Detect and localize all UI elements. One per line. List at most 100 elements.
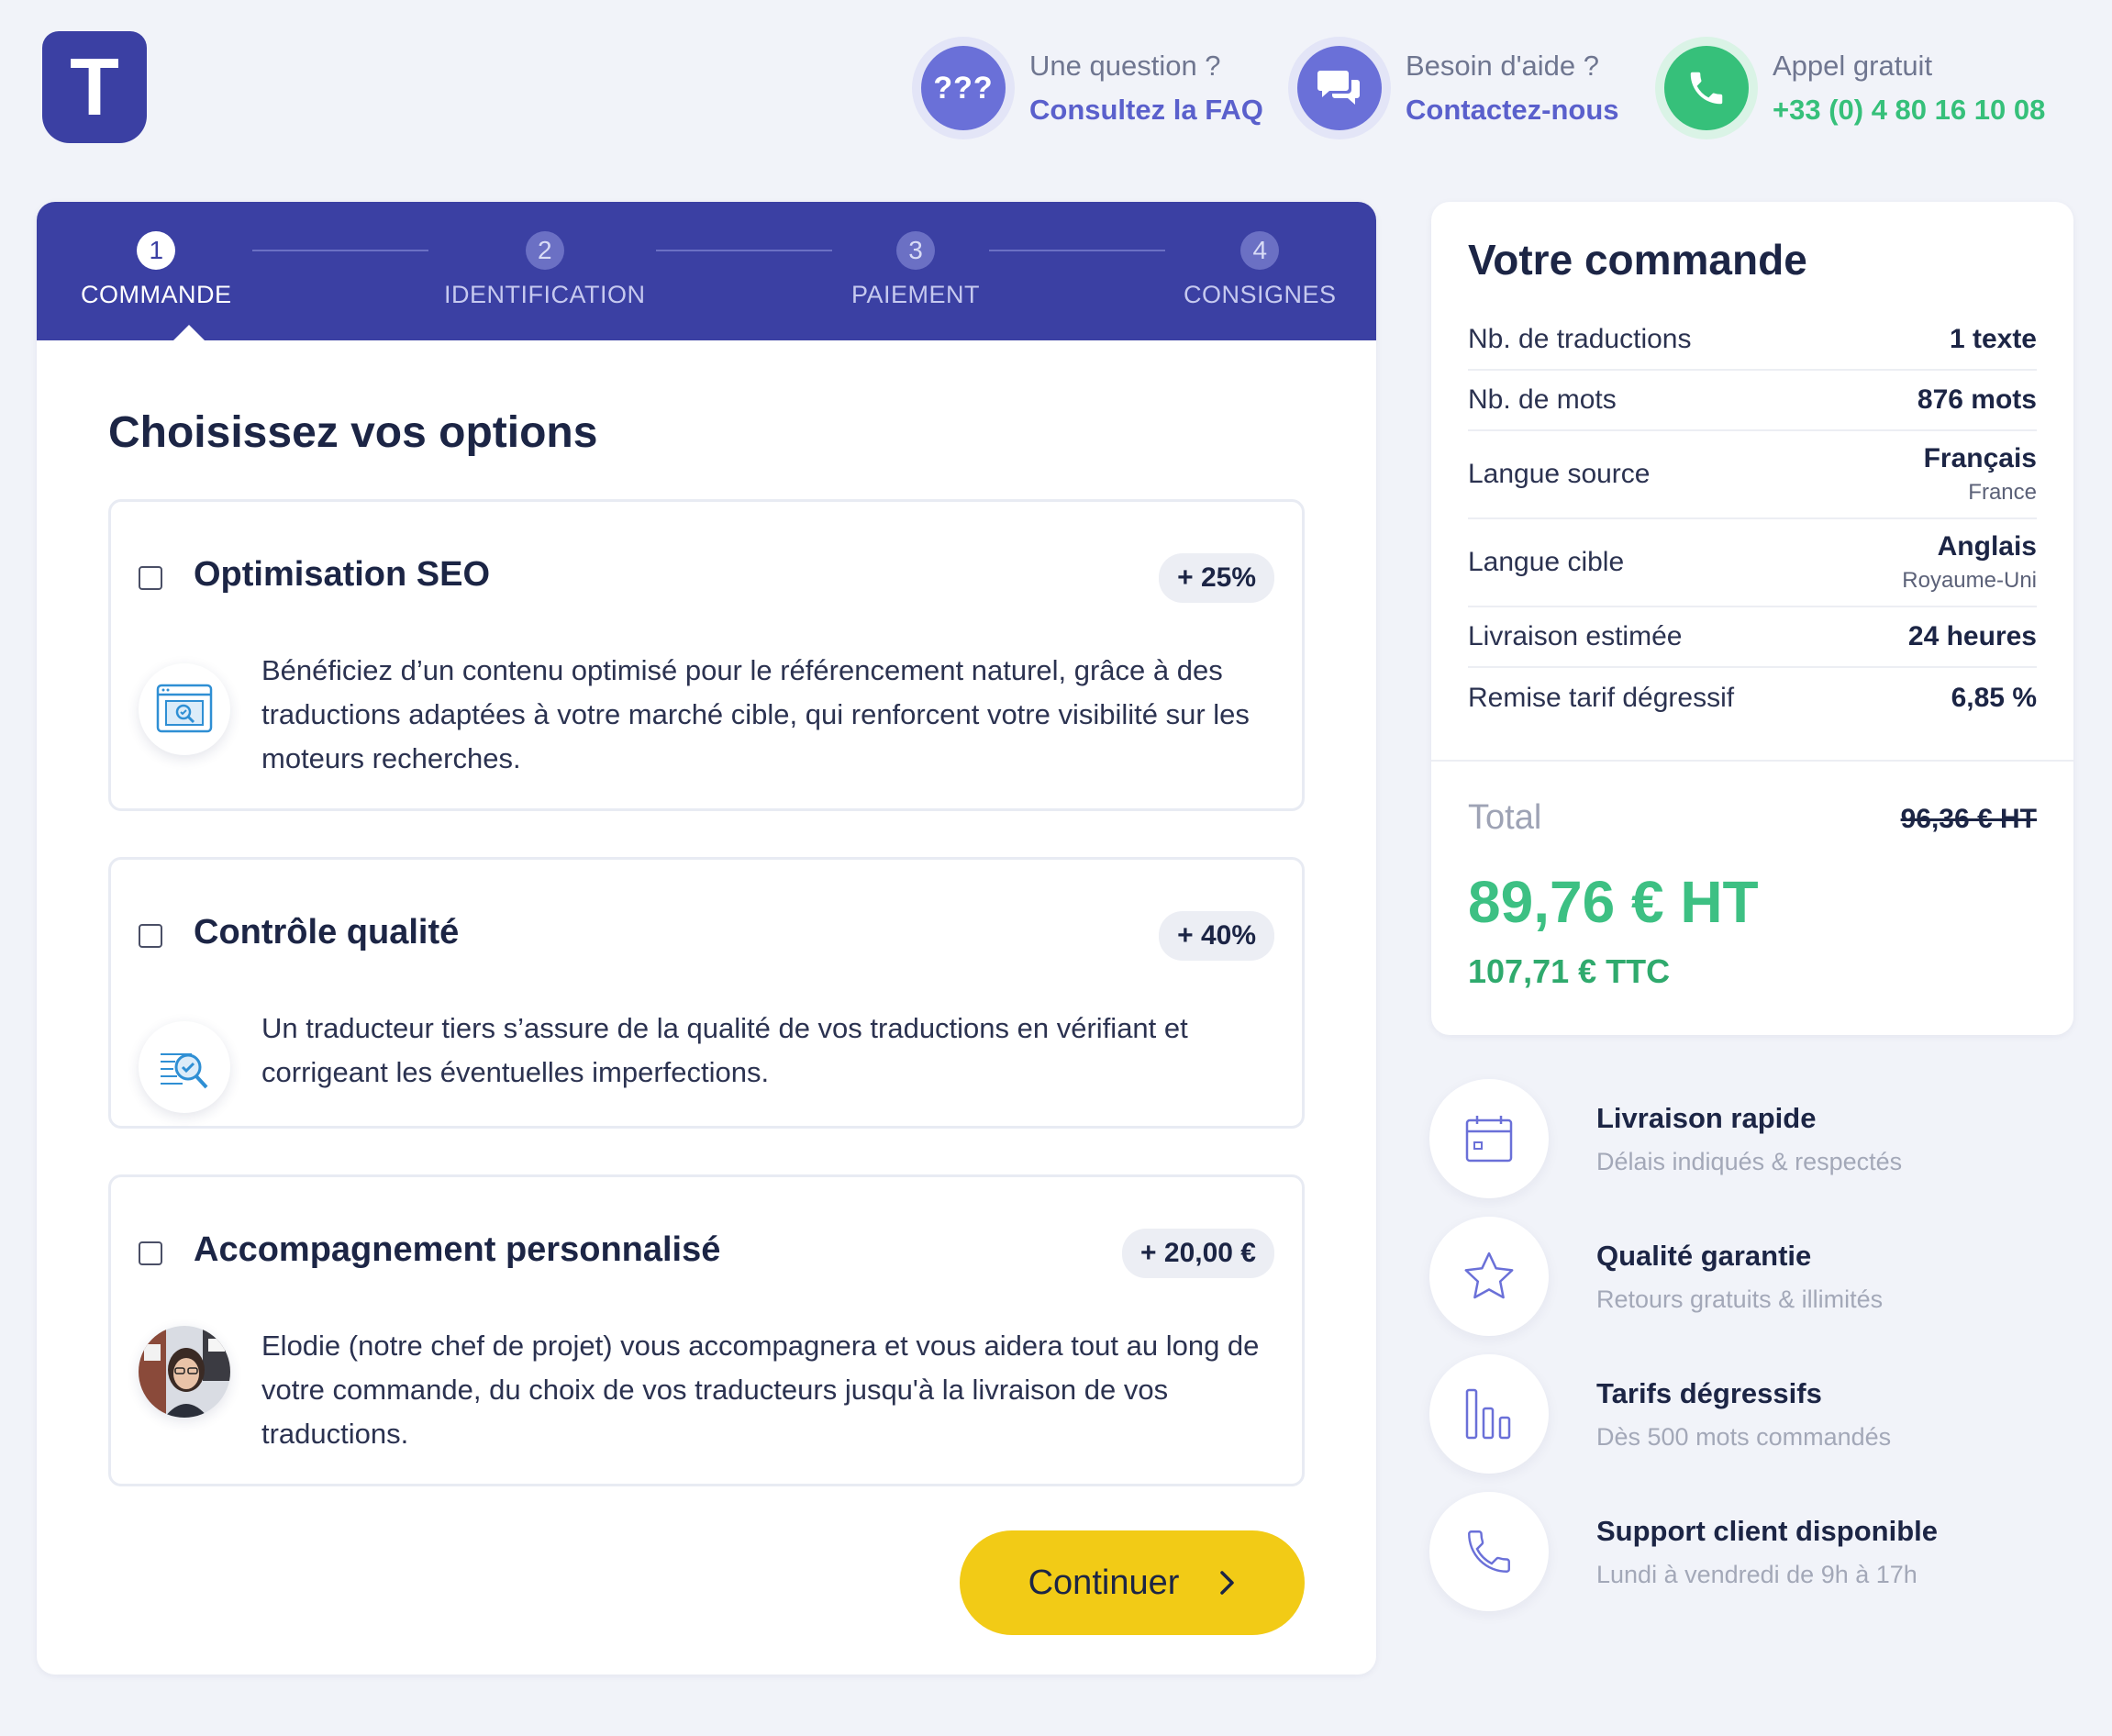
feature-subtitle: Retours gratuits & illimités (1596, 1285, 1884, 1313)
order-row: Nb. de mots 876 mots (1468, 371, 2037, 431)
step-identification[interactable]: 2 IDENTIFICATION (444, 231, 646, 309)
price-ttc: 107,71 € TTC (1468, 952, 1671, 990)
feature-title: Livraison rapide (1596, 1101, 1817, 1134)
question-marks-icon: ??? (921, 46, 1006, 130)
order-row-value: Anglais (1937, 531, 2037, 562)
accompaniment-checkbox[interactable] (139, 1241, 162, 1265)
order-row-value: 6,85 % (1951, 683, 2037, 713)
feature-pricing: Tarifs dégressifs Dès 500 mots commandés (1429, 1354, 1891, 1474)
faq-block[interactable]: ??? Une question ? Consultez la FAQ (912, 37, 1263, 139)
option-description: Un traducteur tiers s’assure de la quali… (261, 1012, 1188, 1088)
chevron-right-icon (1219, 1570, 1236, 1596)
faq-icon-circle: ??? (912, 37, 1015, 139)
phone-number-link[interactable]: +33 (0) 4 80 16 10 08 (1773, 94, 2045, 127)
step-number: 1 (137, 231, 176, 270)
step-label: COMMANDE (81, 281, 232, 308)
bar-chart-icon (1429, 1354, 1549, 1474)
contact-icon-circle (1288, 37, 1391, 139)
feature-subtitle: Dès 500 mots commandés (1596, 1422, 1892, 1451)
order-row-subvalue: Royaume-Uni (1902, 568, 2037, 593)
contact-question-text: Besoin d'aide ? (1406, 50, 1600, 82)
stepper-connector (252, 250, 428, 251)
step-label: IDENTIFICATION (444, 281, 646, 308)
checkout-stepper: 1 COMMANDE 2 IDENTIFICATION 3 PAIEMENT 4… (37, 202, 1376, 341)
option-quality: Contrôle qualité + 40% Un traducteur tie… (108, 857, 1305, 1129)
order-row-label: Remise tarif dégressif (1468, 683, 1735, 713)
option-title: Optimisation SEO (194, 555, 491, 594)
step-label: CONSIGNES (1184, 281, 1337, 308)
order-row: Langue cible Anglais Royaume-Uni (1468, 519, 2037, 607)
price-badge: + 40% (1159, 911, 1274, 961)
step-number: 4 (1240, 231, 1280, 270)
contact-link[interactable]: Contactez-nous (1406, 94, 1619, 127)
divider (1431, 760, 2073, 762)
star-icon (1429, 1217, 1549, 1336)
calendar-icon (1429, 1079, 1549, 1198)
order-row: Livraison estimée 24 heures (1468, 607, 2037, 668)
continue-button[interactable]: Continuer (960, 1530, 1305, 1635)
total-label: Total (1468, 798, 1542, 837)
order-row-label: Langue source (1468, 459, 1651, 489)
step-commande[interactable]: 1 COMMANDE (81, 231, 232, 309)
feature-subtitle: Lundi à vendredi de 9h à 17h (1596, 1560, 1917, 1588)
order-summary-card: Votre commande Nb. de traductions 1 text… (1431, 202, 2073, 1035)
order-row-label: Nb. de mots (1468, 384, 1617, 415)
stepper-connector (989, 250, 1165, 251)
quality-checkbox[interactable] (139, 924, 162, 948)
phone-icon-circle (1655, 37, 1758, 139)
seo-checkbox[interactable] (139, 566, 162, 590)
order-details: Nb. de traductions 1 texte Nb. de mots 8… (1468, 310, 2037, 729)
contact-block[interactable]: Besoin d'aide ? Contactez-nous (1288, 37, 1619, 139)
option-accompaniment: Accompagnement personnalisé + 20,00 € El… (108, 1174, 1305, 1486)
step-paiement[interactable]: 3 PAIEMENT (851, 231, 980, 309)
order-row-value: 24 heures (1907, 621, 2037, 651)
step-consignes[interactable]: 4 CONSIGNES (1184, 231, 1337, 309)
options-card: 1 COMMANDE 2 IDENTIFICATION 3 PAIEMENT 4… (37, 202, 1376, 1675)
order-row: Nb. de traductions 1 texte (1468, 310, 2037, 371)
step-number: 3 (896, 231, 935, 270)
order-summary-title: Votre commande (1468, 236, 1807, 284)
page-title: Choisissez vos options (108, 408, 598, 457)
order-row-subvalue: France (1968, 480, 2037, 505)
option-title: Accompagnement personnalisé (194, 1230, 721, 1269)
order-row: Langue source Français France (1468, 431, 2037, 519)
option-title: Contrôle qualité (194, 913, 460, 951)
faq-link[interactable]: Consultez la FAQ (1029, 94, 1263, 127)
price-badge: + 25% (1159, 553, 1274, 603)
chat-icon (1297, 46, 1382, 130)
phone-icon (1664, 46, 1749, 130)
feature-support: Support client disponible Lundi à vendre… (1429, 1492, 1938, 1611)
faq-badge-text: ??? (933, 70, 994, 106)
order-row: Remise tarif dégressif 6,85 % (1468, 668, 2037, 729)
old-price: 96,36 € HT (1900, 804, 2037, 834)
step-number: 2 (525, 231, 564, 270)
feature-title: Tarifs dégressifs (1596, 1376, 1822, 1409)
phone-outline-icon (1429, 1492, 1549, 1611)
option-seo: Optimisation SEO + 25% Bénéficiez d’un c… (108, 499, 1305, 811)
site-logo[interactable]: T (42, 31, 147, 143)
feature-quality: Qualité garantie Retours gratuits & illi… (1429, 1217, 1883, 1336)
order-row-value: 1 texte (1949, 324, 2037, 354)
order-row-label: Nb. de traductions (1468, 324, 1692, 354)
continue-label: Continuer (1028, 1563, 1180, 1602)
active-step-pointer (172, 325, 206, 341)
option-description: Elodie (notre chef de projet) vous accom… (261, 1330, 1260, 1450)
feature-fast-delivery: Livraison rapide Délais indiqués & respe… (1429, 1079, 1902, 1198)
faq-question-text: Une question ? (1029, 50, 1221, 82)
option-description: Bénéficiez d’un contenu optimisé pour le… (261, 654, 1250, 774)
order-row-value: 876 mots (1917, 384, 2037, 415)
price-badge: + 20,00 € (1122, 1229, 1274, 1278)
project-manager-avatar (139, 1326, 230, 1418)
order-row-label: Langue cible (1468, 547, 1625, 577)
step-label: PAIEMENT (851, 281, 981, 308)
stepper-connector (656, 250, 832, 251)
phone-block[interactable]: Appel gratuit +33 (0) 4 80 16 10 08 (1655, 37, 2045, 139)
feature-subtitle: Délais indiqués & respectés (1596, 1147, 1903, 1175)
logo-letter: T (70, 41, 119, 132)
quality-magnifier-icon (139, 1021, 230, 1113)
feature-title: Support client disponible (1596, 1514, 1938, 1547)
price-ht: 89,76 € HT (1468, 869, 1759, 935)
feature-title: Qualité garantie (1596, 1239, 1812, 1272)
phone-label: Appel gratuit (1773, 50, 1933, 82)
seo-browser-icon (139, 663, 230, 755)
